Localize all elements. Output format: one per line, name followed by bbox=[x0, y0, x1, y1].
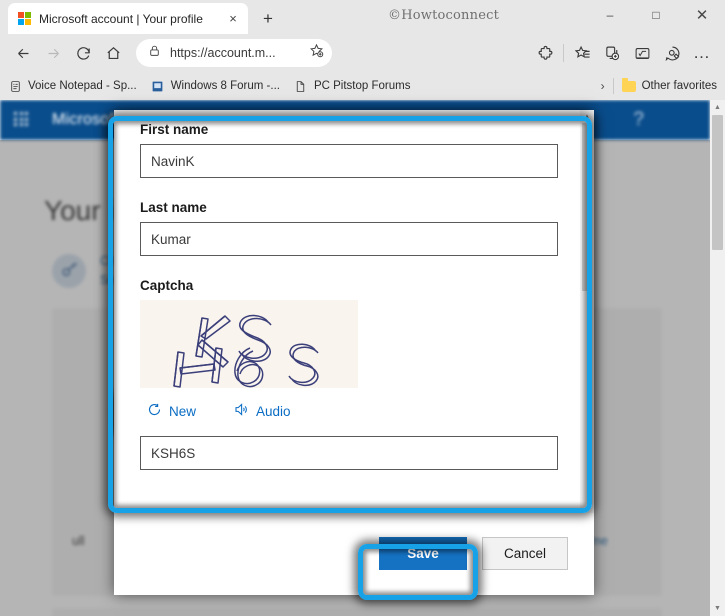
tab-title: Microsoft account | Your profile bbox=[39, 11, 203, 26]
dialog-scrollbar[interactable]: ▲ bbox=[580, 110, 594, 513]
lock-icon bbox=[148, 44, 161, 62]
last-name-label: Last name bbox=[140, 200, 207, 215]
window-controls: – □ ✕ bbox=[587, 0, 725, 30]
captcha-actions: New Audio bbox=[140, 402, 568, 420]
other-favorites-label: Other favorites bbox=[641, 80, 717, 92]
help-icon[interactable]: ? bbox=[633, 109, 644, 131]
window-icon bbox=[151, 79, 165, 93]
dialog-scrollbar-thumb[interactable] bbox=[582, 123, 592, 291]
bookmark-label: PC Pitstop Forums bbox=[313, 80, 411, 92]
scroll-down-icon[interactable]: ▼ bbox=[710, 601, 725, 616]
extensions-icon[interactable] bbox=[530, 38, 560, 68]
forward-icon bbox=[38, 38, 68, 68]
microsoft-brand-label: Microsoft bbox=[52, 111, 119, 128]
last-name-input[interactable] bbox=[140, 222, 558, 256]
browser-toolbar: https://account.m... … bbox=[0, 34, 725, 72]
minimize-button[interactable]: – bbox=[587, 0, 633, 30]
captcha-audio-button[interactable]: Audio bbox=[226, 402, 291, 420]
bookmark-label: Voice Notepad - Sp... bbox=[28, 80, 137, 92]
microsoft-logo-icon bbox=[18, 12, 31, 25]
toolbar-divider bbox=[563, 44, 564, 62]
bookmark-label: Windows 8 Forum -... bbox=[170, 80, 280, 92]
watermark-text: ©Howtoconnect bbox=[388, 8, 499, 23]
math-solver-icon[interactable] bbox=[627, 38, 657, 68]
address-bar[interactable]: https://account.m... bbox=[136, 39, 332, 67]
collections-icon[interactable] bbox=[597, 38, 627, 68]
dialog-form: First name Last name Captcha bbox=[114, 110, 594, 500]
bookmarks-overflow-icon[interactable]: › bbox=[593, 79, 613, 93]
captcha-new-button[interactable]: New bbox=[140, 402, 196, 420]
bookmark-item[interactable]: Voice Notepad - Sp... bbox=[8, 79, 137, 93]
bookmark-item[interactable]: Windows 8 Forum -... bbox=[151, 79, 280, 93]
scroll-up-icon[interactable]: ▲ bbox=[710, 100, 725, 115]
browser-tab[interactable]: Microsoft account | Your profile × bbox=[8, 3, 248, 34]
home-icon[interactable] bbox=[98, 38, 128, 68]
close-tab-icon[interactable]: × bbox=[224, 10, 242, 28]
toolbar-right-icons: … bbox=[530, 38, 717, 68]
page-icon bbox=[294, 79, 308, 93]
add-favorite-icon[interactable] bbox=[309, 43, 324, 63]
settings-more-icon[interactable]: … bbox=[687, 38, 717, 68]
dialog-scroll-up-icon[interactable]: ▲ bbox=[580, 110, 594, 123]
edit-name-dialog: First name Last name Captcha bbox=[114, 110, 594, 595]
scrollbar-thumb[interactable] bbox=[712, 115, 723, 250]
new-tab-button[interactable]: + bbox=[256, 7, 280, 31]
app-launcher-icon[interactable] bbox=[14, 112, 30, 128]
captcha-label: Captcha bbox=[140, 278, 194, 293]
captcha-input[interactable] bbox=[140, 436, 558, 470]
first-name-label: First name bbox=[140, 122, 209, 137]
tab-strip: Microsoft account | Your profile × + ©Ho… bbox=[0, 0, 725, 34]
bookmarks-bar: Voice Notepad - Sp... Windows 8 Forum -.… bbox=[0, 72, 725, 100]
browser-window: Microsoft account | Your profile × + ©Ho… bbox=[0, 0, 725, 616]
browser-chrome: Microsoft account | Your profile × + ©Ho… bbox=[0, 0, 725, 100]
speaker-icon bbox=[233, 402, 249, 420]
captcha-audio-label: Audio bbox=[256, 403, 291, 419]
url-text: https://account.m... bbox=[170, 46, 276, 60]
page-scrollbar[interactable]: ▲ ▼ bbox=[710, 100, 725, 616]
other-favorites-item[interactable]: Other favorites bbox=[621, 77, 717, 92]
refresh-icon[interactable] bbox=[68, 38, 98, 68]
favorites-list-icon[interactable] bbox=[567, 38, 597, 68]
dialog-footer: Save Cancel bbox=[114, 513, 594, 595]
folder-icon bbox=[621, 77, 636, 92]
dialog-scroll-area: First name Last name Captcha bbox=[114, 110, 594, 513]
cancel-button[interactable]: Cancel bbox=[482, 537, 568, 570]
save-button[interactable]: Save bbox=[379, 537, 467, 570]
back-icon[interactable] bbox=[8, 38, 38, 68]
bookmarks-divider bbox=[612, 78, 614, 94]
close-window-button[interactable]: ✕ bbox=[679, 0, 725, 30]
refresh-icon bbox=[147, 402, 162, 420]
maximize-button[interactable]: □ bbox=[633, 0, 679, 30]
captcha-image bbox=[140, 300, 358, 388]
captcha-new-label: New bbox=[169, 403, 197, 419]
bookmark-item[interactable]: PC Pitstop Forums bbox=[294, 79, 411, 93]
first-name-input[interactable] bbox=[140, 144, 558, 178]
notepad-icon bbox=[8, 79, 22, 93]
web-capture-icon[interactable] bbox=[657, 38, 687, 68]
